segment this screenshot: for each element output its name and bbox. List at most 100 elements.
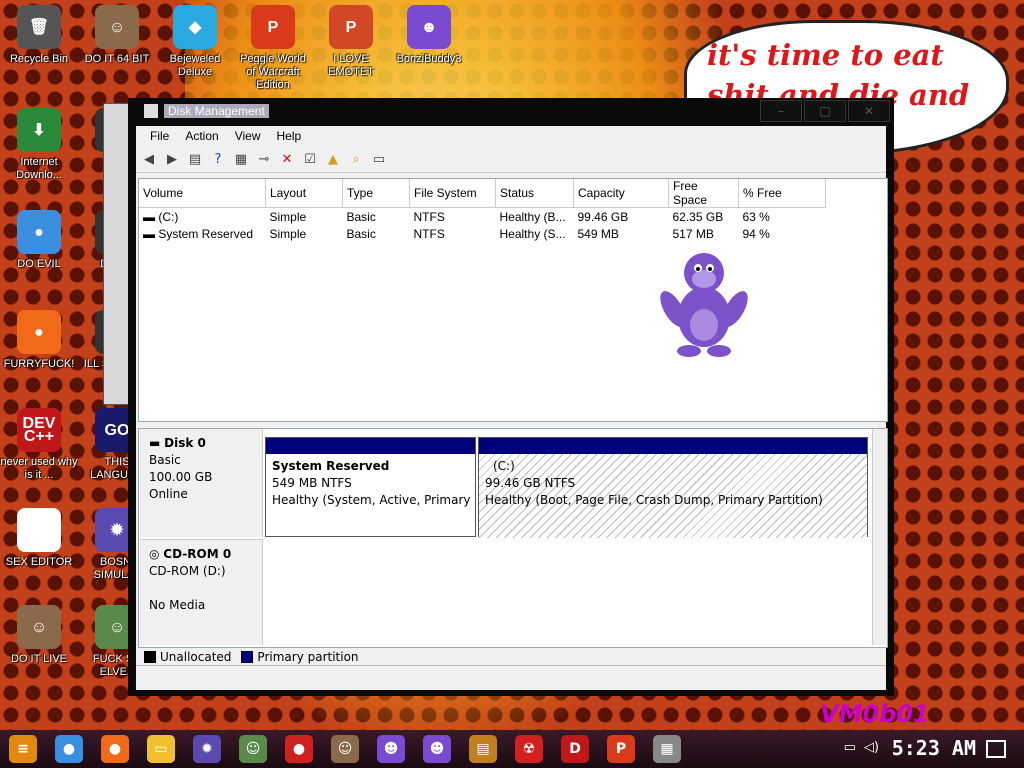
menu-view[interactable]: View bbox=[227, 129, 269, 143]
col-type[interactable]: Type bbox=[342, 179, 410, 208]
col-volume[interactable]: Volume bbox=[139, 179, 266, 208]
red-app-icon[interactable]: ● bbox=[285, 735, 313, 763]
desktop-icon-label: DO IT LIVE bbox=[10, 653, 68, 665]
properties-icon[interactable]: ▦ bbox=[232, 150, 250, 168]
menu-help[interactable]: Help bbox=[269, 129, 310, 143]
delete-icon[interactable]: ✕ bbox=[278, 150, 296, 168]
desktop-icon-label: Recycle Bin bbox=[9, 53, 69, 65]
cdrom-name: CD-ROM 0 bbox=[163, 547, 232, 561]
legend: Unallocated Primary partition bbox=[138, 648, 892, 666]
volume-pct: 63 % bbox=[742, 209, 770, 224]
close-button[interactable]: ✕ bbox=[848, 100, 890, 122]
disk-management-window[interactable]: Disk Management – □ ✕ File Action View H… bbox=[128, 98, 894, 696]
portrait-icon: ☺ bbox=[95, 5, 139, 49]
disk0-name: Disk 0 bbox=[164, 436, 206, 450]
explorer-icon[interactable]: ▭ bbox=[147, 735, 175, 763]
search-folder-icon[interactable]: ⌕ bbox=[347, 150, 365, 168]
firefox-icon[interactable]: ● bbox=[101, 735, 129, 763]
desktop-icon[interactable]: ☺ DO IT 64 BIT bbox=[78, 5, 156, 66]
vertical-scrollbar[interactable] bbox=[872, 429, 887, 645]
disk0-info[interactable]: ▬ Disk 0 Basic 100.00 GB Online bbox=[139, 429, 263, 537]
cdrom-drive: CD-ROM (D:) bbox=[149, 564, 226, 578]
folder-up-icon[interactable]: ▲ bbox=[324, 150, 342, 168]
col-file-system[interactable]: File System bbox=[409, 179, 496, 208]
col-layout[interactable]: Layout bbox=[265, 179, 343, 208]
desktop-icon-label: FURRYFUCK! bbox=[3, 358, 75, 370]
col-capacity[interactable]: Capacity bbox=[573, 179, 669, 208]
col-percent-free[interactable]: % Free bbox=[738, 179, 826, 208]
book-icon[interactable]: ▤ bbox=[469, 735, 497, 763]
notification-icon[interactable] bbox=[986, 740, 1006, 758]
volume-row[interactable]: ▬ (C:) Simple Basic NTFS Healthy (B... 9… bbox=[139, 208, 826, 226]
desktop-icon[interactable]: 🗑 Recycle Bin bbox=[0, 5, 78, 66]
radiation-icon[interactable]: ☢ bbox=[515, 735, 543, 763]
volume-pct: 94 % bbox=[742, 226, 770, 241]
cdrom-media: No Media bbox=[149, 598, 206, 612]
volume-layout: Simple bbox=[269, 209, 307, 224]
desktop-icon[interactable]: HxD SEX EDITOR bbox=[0, 508, 78, 569]
settings-icon[interactable]: ▭ bbox=[370, 150, 388, 168]
col-free-space[interactable]: Free Space bbox=[668, 179, 739, 208]
desktop-icon[interactable]: DEV C++ never used why is it ... bbox=[0, 408, 78, 482]
cdrom-info[interactable]: ◎ CD-ROM 0 CD-ROM (D:) No Media bbox=[139, 539, 263, 645]
desktop-icon[interactable]: ☺ DO IT LIVE bbox=[0, 605, 78, 666]
desktop-icon[interactable]: P I LOVE EMOTET bbox=[312, 5, 390, 79]
watermark: VM0b01 bbox=[820, 700, 930, 728]
back-icon[interactable]: ◀ bbox=[140, 150, 158, 168]
desktop-icon[interactable]: ● FURRYFUCK! bbox=[0, 310, 78, 371]
partition-status: Healthy (System, Active, Primary Pa bbox=[272, 493, 475, 507]
window-title: Disk Management bbox=[164, 104, 269, 118]
chrome-icon: ● bbox=[17, 210, 61, 254]
bonzi-icon[interactable]: ☻ bbox=[423, 735, 451, 763]
desktop-icon[interactable]: P Peggle World of Warcraft Edition bbox=[234, 5, 312, 92]
partition-size: 99.46 GB NTFS bbox=[485, 476, 576, 490]
chrome-icon[interactable]: ● bbox=[55, 735, 83, 763]
legend-unallocated: Unallocated bbox=[160, 650, 232, 664]
volume-type: Basic bbox=[346, 209, 376, 224]
desktop-icon-label: Bejeweled Deluxe bbox=[169, 53, 221, 78]
check-icon[interactable]: ☑ bbox=[301, 150, 319, 168]
maximize-button[interactable]: □ bbox=[804, 100, 846, 122]
start-icon[interactable]: ≡ bbox=[9, 735, 37, 763]
forward-icon[interactable]: ▶ bbox=[163, 150, 181, 168]
bonzi-buddy-icon[interactable] bbox=[659, 239, 749, 359]
desktop-icon[interactable]: ⬇ Internet Downlo... bbox=[0, 108, 78, 182]
peggle-icon[interactable]: P bbox=[607, 735, 635, 763]
devcpp-icon[interactable]: D bbox=[561, 735, 589, 763]
desktop-icon[interactable]: ◆ Bejeweled Deluxe bbox=[156, 5, 234, 79]
taskbar: ≡ ● ● ▭ ✹ ☺ ● ☺ ☻ ☻ ▤ ☢ D P ▦ ▭ ◁) 5:23 AM bbox=[0, 730, 1024, 768]
volume-name: System Reserved bbox=[158, 226, 254, 241]
desktop-icon[interactable]: ● DO EVIL bbox=[0, 210, 78, 271]
volume-icon[interactable]: ◁) bbox=[864, 740, 879, 755]
portrait-icon[interactable]: ☺ bbox=[331, 735, 359, 763]
window-client: File Action View Help ◀ ▶ ▤ ? ▦ ⊸ ✕ ☑ ▲ … bbox=[136, 126, 888, 690]
drive-icon: ▬ bbox=[143, 226, 159, 241]
menu-file[interactable]: File bbox=[142, 129, 177, 143]
partition-system-reserved[interactable]: System Reserved 549 MB NTFS Healthy (Sys… bbox=[265, 437, 476, 537]
disk0-type: Basic bbox=[149, 453, 181, 467]
game-icon[interactable]: ☺ bbox=[239, 735, 267, 763]
legend-primary: Primary partition bbox=[257, 650, 359, 664]
menu-bar: File Action View Help bbox=[136, 126, 886, 146]
partition-size: 549 MB NTFS bbox=[272, 476, 352, 490]
desktop-icon-label: Internet Downlo... bbox=[16, 156, 62, 181]
partition-c[interactable]: (C:) 99.46 GB NTFS Healthy (Boot, Page F… bbox=[478, 437, 868, 538]
desktop-icon-label: BonziBuddy3 bbox=[396, 53, 462, 65]
help-icon[interactable]: ? bbox=[209, 150, 227, 168]
clock[interactable]: 5:23 AM bbox=[892, 736, 976, 760]
desktop-icon[interactable]: ☻ BonziBuddy3 bbox=[390, 5, 468, 66]
toolbar: ◀ ▶ ▤ ? ▦ ⊸ ✕ ☑ ▲ ⌕ ▭ bbox=[136, 146, 886, 173]
firefox-icon: ● bbox=[17, 310, 61, 354]
connect-icon[interactable]: ⊸ bbox=[255, 150, 273, 168]
network-icon[interactable]: ▭ bbox=[844, 740, 856, 755]
bonzi-icon[interactable]: ☻ bbox=[377, 735, 405, 763]
col-status[interactable]: Status bbox=[495, 179, 574, 208]
disk0-size: 100.00 GB bbox=[149, 470, 213, 484]
minimize-button[interactable]: – bbox=[760, 100, 802, 122]
disk-mgmt-icon[interactable]: ▦ bbox=[653, 735, 681, 763]
virus-icon[interactable]: ✹ bbox=[193, 735, 221, 763]
menu-action[interactable]: Action bbox=[177, 129, 226, 143]
list-icon[interactable]: ▤ bbox=[186, 150, 204, 168]
desktop-icon-label: never used why is it ... bbox=[0, 456, 78, 481]
hxd-icon: HxD bbox=[17, 508, 61, 552]
